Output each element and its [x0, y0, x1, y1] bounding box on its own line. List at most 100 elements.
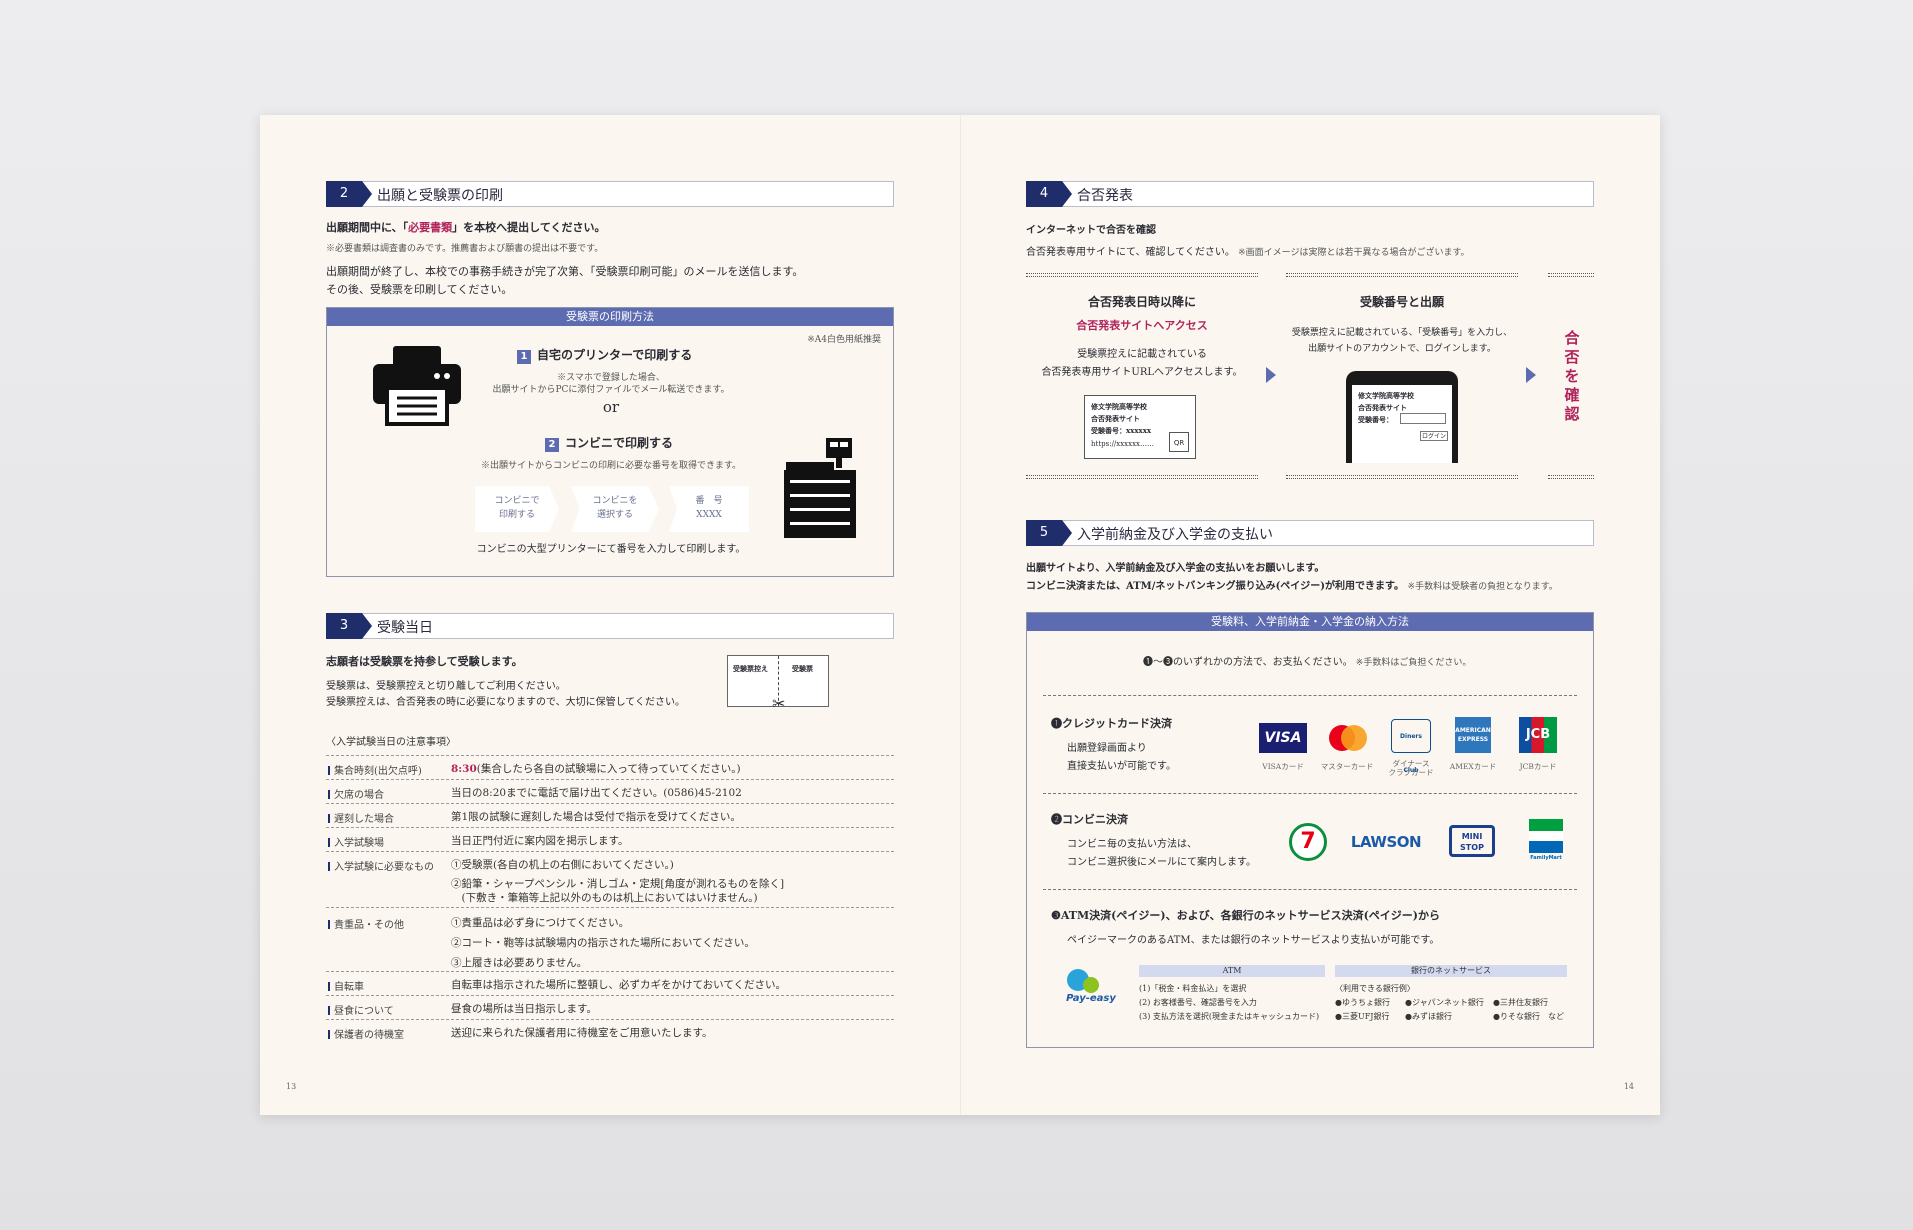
jcb-logo-icon: JCB	[1519, 717, 1557, 753]
divider	[1043, 695, 1577, 696]
card-caption: VISAカード	[1262, 762, 1304, 771]
table-row: 自転車 自転車は指示された場所に整頓し、必ずカギをかけておいてください。	[326, 972, 894, 996]
seven-eleven-logo-icon: 7	[1289, 823, 1327, 861]
method-2-title: ❷コンビニ決済	[1051, 813, 1128, 826]
section-title: 入学前納金及び入学金の支払い	[1077, 527, 1273, 543]
bank-item: ●ゆうちょ銀行	[1335, 998, 1390, 1007]
card-caption: JCBカード	[1519, 762, 1557, 771]
bank-item: ●みずほ銀行	[1405, 1012, 1452, 1021]
sec2-paragraph: その後、受験票を印刷してください。	[326, 283, 513, 296]
atm-step: (1)「税金・料金払込」を選択	[1139, 984, 1247, 993]
smartphone-icon: 修文学院高等学校 合否発表サイト 受験番号： ログイン	[1346, 371, 1458, 463]
sec4-lead: インターネットで合否を確認	[1026, 225, 1156, 236]
step-convenience-print: コンビニで 印刷する	[475, 486, 559, 532]
arrow-right-icon	[1526, 367, 1536, 383]
bank-item: ●三井住友銀行	[1493, 998, 1548, 1007]
divider	[1026, 273, 1258, 277]
bank-note: 〈利用できる銀行例〉	[1335, 984, 1415, 993]
lead-text: コンビニ決済または、ATM/ネットバンキング振り込み(ペイジー)が利用できます。	[1026, 581, 1405, 592]
multifunction-printer-icon	[784, 438, 856, 538]
step-line: 番 号	[695, 496, 723, 506]
section-title: 合否発表	[1077, 188, 1133, 204]
exam-number-input[interactable]	[1400, 413, 1446, 424]
card-line: 合否発表サイト	[1091, 414, 1140, 423]
sec2-paragraph: 出願期間が終了し、本校での事務手続きが完了次第、「受験票印刷可能」のメールを送信…	[326, 265, 804, 278]
lead-note: ※手数料は受験者の負担となります。	[1407, 582, 1558, 592]
box-heading: 受験票の印刷方法	[327, 308, 893, 326]
method-1-title: ❶クレジットカード決済	[1051, 717, 1172, 730]
divider	[1043, 889, 1577, 890]
card-line: https://xxxxxx……	[1091, 440, 1154, 448]
table-row: 保護者の待機室 送迎に来られた保護者用に待機室をご用意いたします。	[326, 1020, 894, 1044]
section-number: 2	[326, 181, 372, 207]
option-1-title: 1 自宅のプリンターで印刷する	[517, 346, 692, 364]
option-number: 1	[517, 350, 531, 364]
option-1-note: 出願サイトからPCに添付ファイルでメール転送できます。	[492, 385, 730, 395]
ticket-label: 受験票	[792, 664, 813, 673]
step-line: 印刷する	[498, 510, 535, 520]
lead-text: 」を本校へ提出してください。	[452, 221, 606, 234]
divider	[1026, 475, 1258, 479]
row-text: 当日正門付近に案内図を掲示します。	[451, 835, 629, 847]
step-line: コンビニで	[494, 496, 540, 506]
method-2-text: コンビニ選択後にメールにて案内します。	[1067, 857, 1256, 868]
row-label: 遅刻した場合	[328, 810, 394, 825]
table-row: 遅刻した場合 第1限の試験に遅刻した場合は受付で指示を受けてください。	[326, 804, 894, 828]
row-text: (下敷き・筆箱等上記以外のものは机上においてはいけません。)	[451, 892, 758, 904]
page-number-right: 14	[1623, 1082, 1634, 1091]
row-text: 当日の8:20までに電話で届け出てください。(0586)45-2102	[451, 787, 742, 799]
divider	[1043, 793, 1577, 794]
notice-table: 集合時刻(出欠点呼) 8:30(集合したら各自の試験場に入って待っていてください。…	[326, 755, 894, 1055]
print-method-box: 受験票の印刷方法 ※A4白色用紙推奨 1 自宅のプリンターで印刷する ※スマホで登…	[326, 307, 894, 577]
section-number: 3	[326, 613, 372, 639]
paper-note: ※A4白色用紙推奨	[807, 335, 881, 345]
or-separator: or	[602, 398, 620, 416]
box-footer: コンビニの大型プリンターにて番号を入力して印刷します。	[476, 544, 746, 555]
intro-text: ❶～❸のいずれかの方法で、お支払ください。	[1143, 657, 1353, 668]
ticket-stub-label: 受験票控え	[733, 664, 768, 673]
sec5-lead: コンビニ決済または、ATM/ネットバンキング振り込み(ペイジー)が利用できます。…	[1026, 577, 1558, 592]
step-line: 選択する	[596, 510, 633, 520]
atm-step: (3) 支払方法を選択(現金またはキャッシュカード)	[1139, 1012, 1320, 1021]
row-label: 入学試験場	[328, 834, 384, 849]
bank-item: ●ジャパンネット銀行	[1405, 998, 1484, 1007]
sec3-paragraph: 受験票控えは、合否発表の時に必要になりますので、大切に保管してください。	[326, 697, 685, 708]
section-title: 出願と受験票の印刷	[377, 188, 503, 204]
row-text: 昼食の場所は当日指示します。	[451, 1003, 597, 1015]
section-2-header: 2 出願と受験票の印刷	[326, 181, 894, 207]
login-button[interactable]: ログイン	[1420, 431, 1448, 441]
qr-code-icon: QR	[1169, 432, 1189, 452]
row-label: 自転車	[328, 978, 364, 993]
check-result-vertical: 合否を確認	[1564, 329, 1580, 423]
table-row: 貴重品・その他 ①貴重品は必ず身につけてください。 ②コート・鞄等は試験場内の指示さ…	[326, 908, 894, 972]
familymart-text: FamilyMart	[1530, 855, 1562, 861]
table-row: 昼食について 昼食の場所は当日指示します。	[326, 996, 894, 1020]
row-text: 自転車は指示された場所に整頓し、必ずカギをかけておいてください。	[451, 979, 787, 991]
bank-heading: 銀行のネットサービス	[1335, 965, 1567, 977]
row-text: ③上履きは必要ありません。	[451, 957, 588, 969]
table-row: 集合時刻(出欠点呼) 8:30(集合したら各自の試験場に入って待っていてください。…	[326, 756, 894, 780]
row-text: 8:30(集合したら各自の試験場に入って待っていてください。)	[451, 763, 741, 775]
row-label: 保護者の待機室	[328, 1026, 404, 1041]
sec3-lead: 志願者は受験票を持参して受験します。	[326, 655, 523, 668]
visa-logo-icon: VISA	[1259, 723, 1307, 753]
step-number: 番 号 XXXX	[669, 486, 749, 532]
step-text: 受験票控えに記載されている、「受験番号」を入力し、	[1291, 328, 1513, 338]
option-title-text: コンビニで印刷する	[565, 436, 674, 450]
result-site-card: 修文学院高等学校 合否発表サイト 受験番号：xxxxxx https://xxx…	[1084, 395, 1196, 459]
divider	[1286, 273, 1518, 277]
ticket-diagram: 受験票控え 受験票 ✂	[727, 655, 829, 713]
arrow-right-icon	[1266, 367, 1276, 383]
atm-step: (2) お客様番号、確認番号を入力	[1139, 998, 1257, 1007]
payment-intro: ❶～❸のいずれかの方法で、お支払ください。 ※手数料はご負担ください。	[1143, 653, 1471, 668]
phone-screen: 修文学院高等学校 合否発表サイト 受験番号： ログイン	[1352, 385, 1452, 463]
atm-heading: ATM	[1139, 965, 1325, 977]
familymart-logo-icon: FamilyMart	[1529, 819, 1563, 863]
method-1-text: 出願登録画面より	[1067, 743, 1147, 754]
payeasy-text: Pay-easy	[1066, 993, 1116, 1004]
lawson-logo-icon: LAWSON	[1350, 833, 1422, 851]
amex-logo-icon: AMERICAN EXPRESS	[1455, 717, 1491, 753]
ministop-logo-icon: MINI STOP	[1449, 825, 1495, 857]
payment-methods-box: 受験料、入学前納金・入学金の納入方法 ❶～❸のいずれかの方法で、お支払ください。…	[1026, 612, 1594, 1048]
sec2-lead: 出願期間中に、「必要書類」を本校へ提出してください。	[326, 219, 606, 235]
